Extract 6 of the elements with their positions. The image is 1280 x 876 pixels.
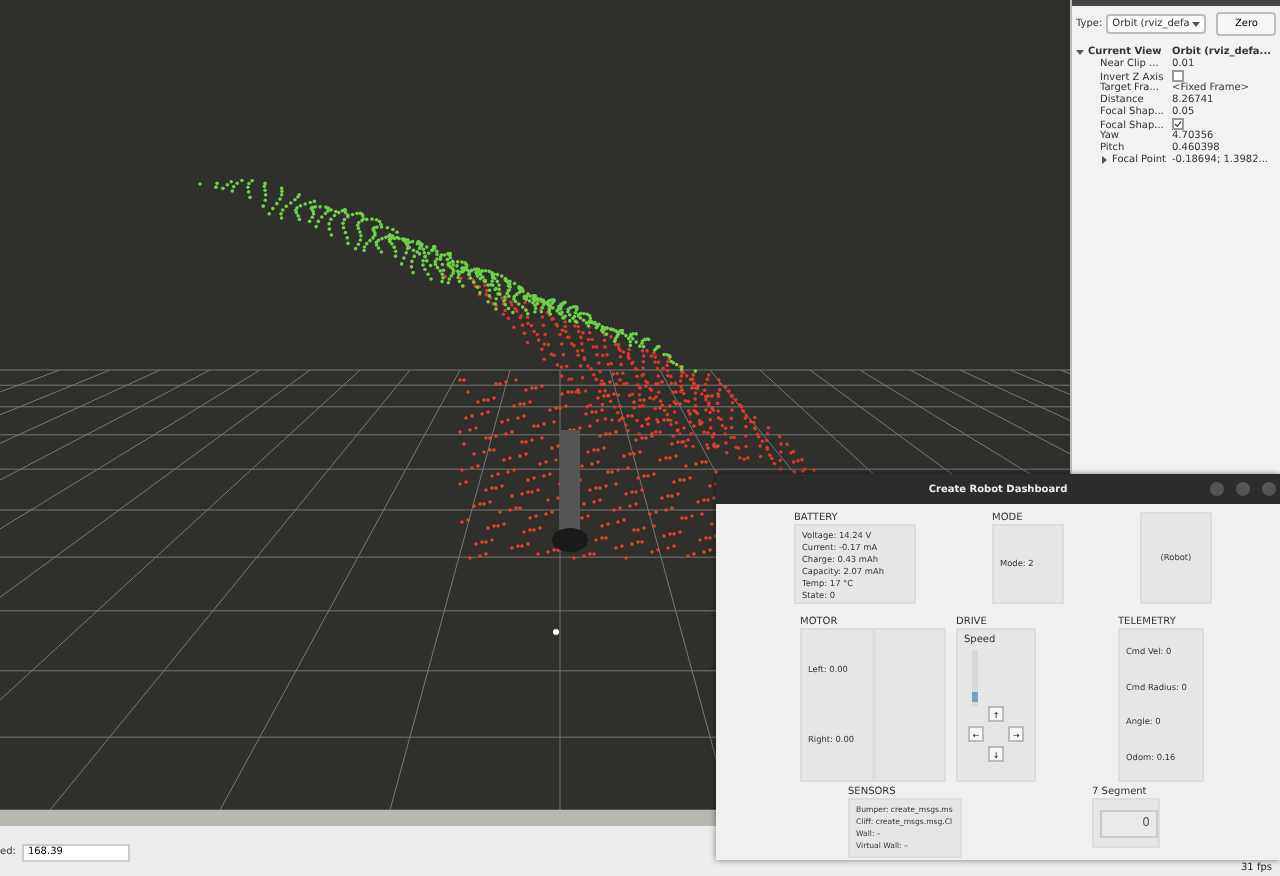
dropdown-caret-icon	[1191, 20, 1200, 28]
collapsed-arrow-icon[interactable]	[1100, 156, 1108, 164]
slider-thumb[interactable]	[972, 691, 978, 702]
property-checkbox[interactable]	[1172, 70, 1184, 82]
expanded-arrow-icon[interactable]	[1076, 48, 1084, 56]
property-checkbox[interactable]	[1172, 118, 1184, 130]
